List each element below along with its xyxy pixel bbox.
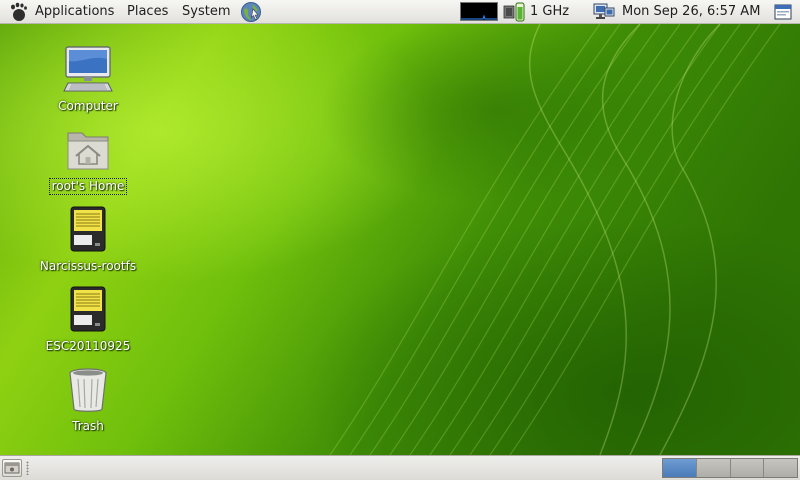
applications-menu[interactable]: Applications	[35, 0, 114, 23]
desktop-icon-label: root's Home	[48, 178, 128, 195]
bottom-panel	[0, 455, 800, 480]
network-icon[interactable]	[593, 2, 615, 22]
cpu-load-graph	[461, 14, 497, 20]
panel-drag-handle[interactable]	[26, 461, 29, 475]
desktop-icon-narcissus-rootfs[interactable]: Narcissus-rootfs	[33, 205, 143, 274]
home-folder-icon	[67, 132, 109, 170]
workspace-4[interactable]	[764, 459, 797, 477]
places-menu[interactable]: Places	[127, 0, 168, 23]
cpu-frequency-icon[interactable]	[503, 2, 527, 22]
desktop-icon-label: Narcissus-rootfs	[39, 259, 137, 273]
drive-icon	[70, 286, 106, 332]
clock[interactable]: Mon Sep 26, 6:57 AM	[622, 0, 760, 23]
show-desktop-button[interactable]	[2, 459, 22, 477]
show-desktop-icon	[4, 462, 20, 474]
screen: Applications Places System 1 GHz Mon Sep…	[0, 0, 800, 480]
workspace-switcher[interactable]	[662, 458, 798, 478]
cpu-frequency-label: 1 GHz	[530, 4, 570, 19]
workspace-2[interactable]	[696, 459, 731, 477]
workspace-3[interactable]	[730, 459, 765, 477]
web-browser-icon[interactable]	[240, 1, 262, 23]
computer-icon	[63, 46, 113, 92]
top-panel: Applications Places System 1 GHz Mon Sep…	[0, 0, 800, 24]
desktop-icon-label: Trash	[72, 419, 104, 433]
drive-icon	[70, 206, 106, 252]
workspace-1[interactable]	[663, 459, 697, 477]
system-menu[interactable]: System	[182, 0, 230, 23]
desktop-icon-home[interactable]: root's Home	[33, 125, 143, 195]
desktop-icon-computer[interactable]: Computer	[33, 45, 143, 114]
trash-icon	[69, 368, 107, 412]
desktop-icon-label: Computer	[58, 99, 118, 113]
desktop-icon-trash[interactable]: Trash	[33, 365, 143, 434]
system-monitor-graph[interactable]	[460, 2, 498, 21]
desktop-icon-esc20110925[interactable]: ESC20110925	[33, 285, 143, 354]
gnome-foot-icon[interactable]	[8, 2, 28, 22]
desktop-icon-label: ESC20110925	[45, 339, 131, 353]
notification-window-icon[interactable]	[774, 3, 792, 21]
